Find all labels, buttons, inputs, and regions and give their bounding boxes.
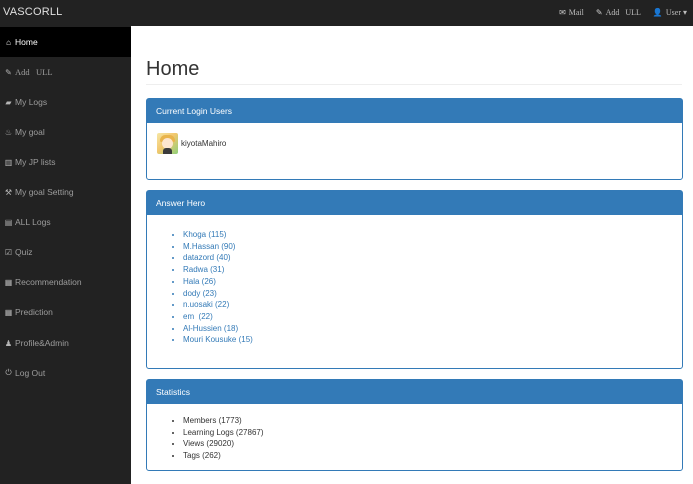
statistics-list: Members (1773) Learning Logs (27867) Vie…	[173, 415, 264, 462]
answer-hero-list: Khoga (115) M.Hassan (90) datazord (40) …	[173, 229, 253, 346]
brand-logo[interactable]: VASCORLL	[3, 6, 62, 18]
sidebar-item-label: Prediction	[15, 307, 53, 317]
list-item[interactable]: dody (23)	[183, 288, 253, 300]
list-item: Tags (262)	[183, 450, 264, 462]
list-item[interactable]: Mouri Kousuke (15)	[183, 334, 253, 346]
sidebar-item-label: Add ULL	[15, 67, 53, 77]
list-item: Members (1773)	[183, 415, 264, 427]
avatar[interactable]	[157, 133, 178, 154]
top-navbar: VASCORLL ✉ Mail ✎ Add ULL 👤 User ▾	[0, 0, 693, 26]
sidebar-item-label: My JP lists	[15, 157, 56, 167]
list-item[interactable]: Radwa (31)	[183, 264, 253, 276]
pencil-icon: ✎	[5, 67, 12, 77]
title-divider	[146, 84, 682, 85]
list-icon: ▤	[4, 217, 13, 227]
user-entry[interactable]: kiyotaMahiro	[157, 133, 226, 154]
list-item[interactable]: Khoga (115)	[183, 229, 253, 241]
power-icon: ⏻	[5, 368, 12, 377]
mail-link[interactable]: ✉ Mail	[559, 8, 584, 17]
username[interactable]: kiyotaMahiro	[181, 139, 226, 148]
add-ull-label: Add ULL	[605, 8, 641, 17]
list-item[interactable]: em (22)	[183, 311, 253, 323]
pencil-icon: ✎	[595, 8, 603, 17]
panel-heading: Current Login Users	[147, 99, 682, 123]
list-item[interactable]: Al-Hussien (18)	[183, 323, 253, 335]
user-dropdown-label: User ▾	[665, 8, 687, 17]
sidebar-item-all-logs[interactable]: ▤ ALL Logs	[0, 207, 131, 237]
panel-heading: Answer Hero	[147, 191, 682, 215]
list-item[interactable]: n.uosaki (22)	[183, 299, 253, 311]
sidebar-item-home[interactable]: ⌂ Home	[0, 27, 131, 57]
statistics-panel: Statistics Members (1773) Learning Logs …	[146, 379, 683, 471]
mail-label: Mail	[568, 8, 584, 17]
answer-hero-panel: Answer Hero Khoga (115) M.Hassan (90) da…	[146, 190, 683, 369]
user-dropdown[interactable]: 👤 User ▾	[653, 8, 687, 17]
fire-icon: ♨	[4, 127, 13, 137]
home-icon: ⌂	[6, 37, 11, 47]
grid-icon: ▦	[4, 277, 13, 287]
sidebar-item-label: ALL Logs	[15, 217, 51, 227]
sidebar-item-prediction[interactable]: ▦ Prediction	[0, 297, 131, 327]
sidebar-item-my-logs[interactable]: ▰ My Logs	[0, 87, 131, 117]
person-icon: ♟	[4, 338, 13, 348]
sidebar-item-my-goal-setting[interactable]: ⚒ My goal Setting	[0, 177, 131, 207]
list-item[interactable]: datazord (40)	[183, 252, 253, 264]
wrench-icon: ⚒	[4, 187, 13, 197]
navbar-right: ✉ Mail ✎ Add ULL 👤 User ▾	[547, 8, 687, 17]
list-item: Views (29020)	[183, 438, 264, 450]
list-item[interactable]: Hala (26)	[183, 276, 253, 288]
sidebar-item-recommendation[interactable]: ▦ Recommendation	[0, 267, 131, 297]
sidebar-item-label: Home	[15, 37, 38, 47]
sidebar-item-label: Log Out	[15, 368, 46, 378]
folder-icon: ▰	[5, 97, 12, 107]
sidebar-item-quiz[interactable]: ☑ Quiz	[0, 237, 131, 267]
sidebar-item-label: Quiz	[15, 247, 33, 257]
grid-icon: ▦	[4, 307, 13, 317]
sidebar-item-label: My Logs	[15, 97, 48, 107]
add-ull-link[interactable]: ✎ Add ULL	[596, 8, 641, 17]
sidebar-item-label: My goal	[15, 127, 45, 137]
current-login-users-panel: Current Login Users kiyotaMahiro	[146, 98, 683, 180]
sidebar-item-label: Profile&Admin	[15, 338, 69, 348]
check-square-icon: ☑	[4, 247, 13, 257]
sidebar: ⌂ Home ✎ Add ULL ▰ My Logs ♨ My goal ▥ M…	[0, 26, 131, 484]
list-item: Learning Logs (27867)	[183, 427, 264, 439]
sidebar-item-my-goal[interactable]: ♨ My goal	[0, 117, 131, 147]
user-icon: 👤	[652, 8, 663, 17]
sidebar-item-profile-admin[interactable]: ♟ Profile&Admin	[0, 328, 131, 358]
sidebar-item-label: My goal Setting	[15, 187, 74, 197]
avatar-body	[163, 148, 172, 154]
bar-chart-icon: ▥	[4, 157, 13, 167]
panel-heading: Statistics	[147, 380, 682, 404]
list-item[interactable]: M.Hassan (90)	[183, 241, 253, 253]
sidebar-item-add-ull[interactable]: ✎ Add ULL	[0, 57, 131, 87]
envelope-icon: ✉	[559, 8, 566, 17]
sidebar-item-my-jp-lists[interactable]: ▥ My JP lists	[0, 147, 131, 177]
sidebar-item-log-out[interactable]: ⏻ Log Out	[0, 358, 131, 388]
sidebar-item-label: Recommendation	[15, 277, 82, 287]
page-title: Home	[146, 58, 200, 80]
